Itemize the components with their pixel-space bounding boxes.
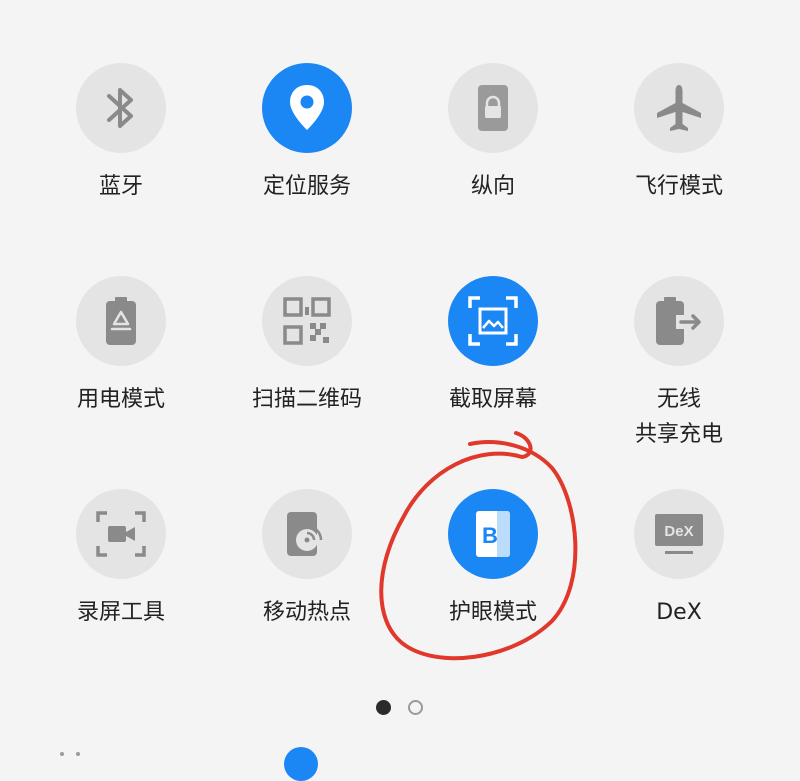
portrait-lock-icon (478, 85, 508, 131)
tile-label: 录屏工具 (76, 600, 165, 625)
tile-eye-comfort[interactable]: B 护眼模式 (393, 489, 593, 630)
dex-icon: DeX (655, 514, 703, 554)
tile-label: 无线 共享充电 (634, 387, 723, 447)
tile-orientation[interactable]: 纵向 (393, 63, 593, 204)
screenshot-icon (468, 296, 518, 346)
tile-label: 飞行模式 (634, 174, 723, 199)
screenshot-toggle[interactable] (448, 276, 538, 366)
tile-screenshot[interactable]: 截取屏幕 (393, 276, 593, 417)
screen-recorder-icon (96, 511, 146, 557)
mobile-hotspot-icon (287, 512, 323, 556)
wireless-powershare-toggle[interactable] (634, 276, 724, 366)
eye-comfort-icon: B (476, 511, 510, 557)
dex-icon-text: DeX (664, 523, 693, 540)
battery-recycle-icon (106, 297, 136, 345)
tile-label: 纵向 (470, 174, 515, 199)
tile-label: 定位服务 (262, 174, 351, 199)
tile-label: 扫描二维码 (251, 387, 362, 412)
power-mode-toggle[interactable] (76, 276, 166, 366)
airplane-icon (657, 85, 701, 131)
location-toggle[interactable] (262, 63, 352, 153)
tile-label: 移动热点 (262, 600, 351, 625)
page-dot-active[interactable] (376, 700, 391, 715)
page-dot-inactive[interactable] (408, 700, 423, 715)
tile-label: 用电模式 (76, 387, 165, 412)
screen-recorder-toggle[interactable] (76, 489, 166, 579)
tile-label: 蓝牙 (98, 174, 143, 199)
bluetooth-icon (107, 88, 133, 128)
scan-qr-toggle[interactable] (262, 276, 352, 366)
tile-airplane[interactable]: 飞行模式 (579, 63, 779, 204)
tile-mobile-hotspot[interactable]: 移动热点 (207, 489, 407, 630)
tile-scan-qr[interactable]: 扫描二维码 (207, 276, 407, 417)
tile-label: 截取屏幕 (448, 387, 537, 412)
tile-label: DeX (656, 600, 702, 625)
partial-blue-control[interactable] (284, 747, 318, 781)
tile-label: 护眼模式 (448, 600, 537, 625)
tile-bluetooth[interactable]: 蓝牙 (21, 63, 221, 204)
orientation-toggle[interactable] (448, 63, 538, 153)
page-indicator (376, 700, 426, 716)
bluetooth-toggle[interactable] (76, 63, 166, 153)
tile-power-mode[interactable]: 用电模式 (21, 276, 221, 417)
tile-dex[interactable]: DeX DeX (579, 489, 779, 630)
partial-text-edge (60, 752, 80, 756)
eye-comfort-icon-letter: B (482, 523, 498, 548)
tile-wireless-powershare[interactable]: 无线 共享充电 (579, 276, 779, 452)
airplane-toggle[interactable] (634, 63, 724, 153)
tile-screen-recorder[interactable]: 录屏工具 (21, 489, 221, 630)
tile-location[interactable]: 定位服务 (207, 63, 407, 204)
eye-comfort-toggle[interactable]: B (448, 489, 538, 579)
qr-code-icon (283, 297, 331, 345)
location-pin-icon (290, 85, 324, 130)
wireless-powershare-icon (656, 297, 701, 345)
dex-toggle[interactable]: DeX (634, 489, 724, 579)
mobile-hotspot-toggle[interactable] (262, 489, 352, 579)
